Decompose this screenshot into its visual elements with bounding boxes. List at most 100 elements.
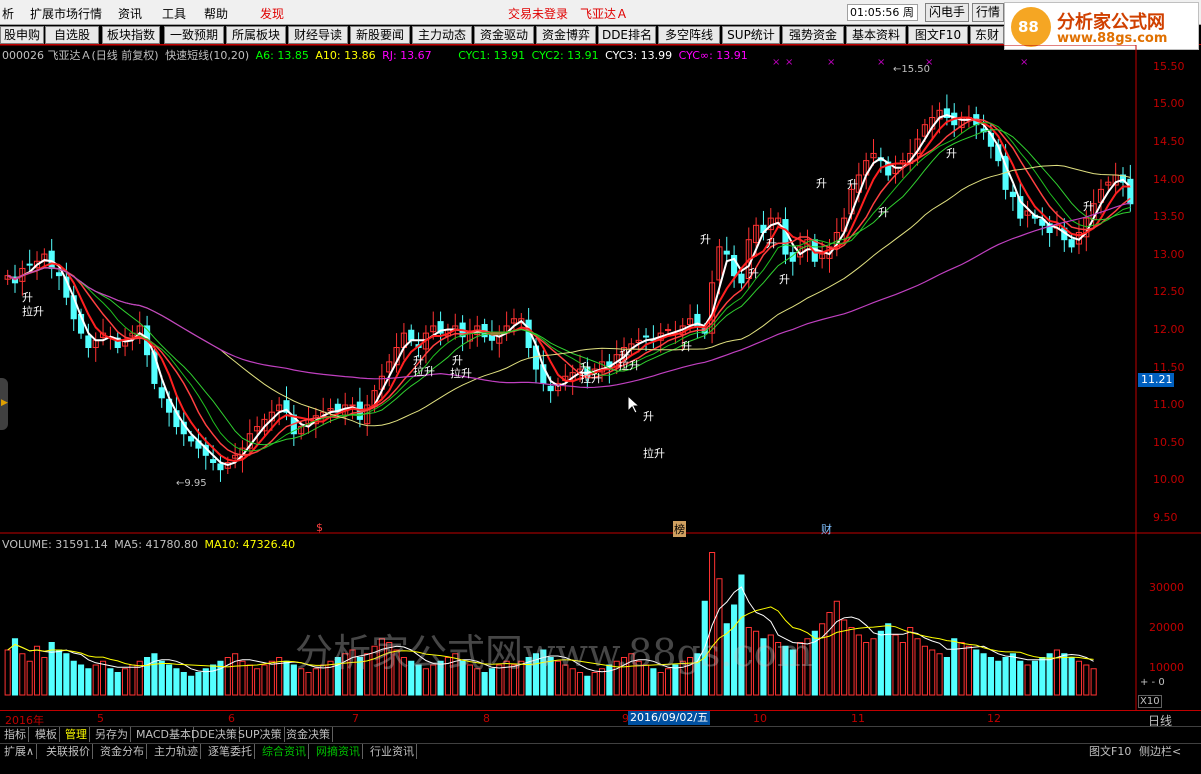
menu-discover[interactable]: 发现 [260,5,284,22]
toolbar-finance-guide-button[interactable]: 财经导读 [288,26,348,44]
ma-line-30 [7,164,1131,427]
a6-value: A6: 13.85 [255,49,309,62]
volume-tick: 10000 [1149,661,1184,674]
toolbar-dde-rank-button[interactable]: DDE排名 [598,26,656,44]
event-dividend-marker[interactable]: $ [316,521,323,534]
toolbar-basic-info-button[interactable]: 基本资料 [846,26,906,44]
volume-bar [4,649,11,696]
volume-bar [855,634,862,696]
signal-rise: 升 [946,147,957,160]
toolbar-new-stock-news-button[interactable]: 新股要闻 [350,26,410,44]
menu-extended-market[interactable]: 扩展市场行情 [30,5,102,22]
volume-bar [33,645,41,696]
toolbar-consensus-button[interactable]: 一致预期 [164,26,224,44]
volume-bar [158,660,165,696]
toolbar-belongs-sector-button[interactable]: 所属板块 [226,26,286,44]
tab-fund-distribution[interactable]: 资金分布 [98,744,147,759]
tab-expand[interactable]: 扩展∧ [2,744,38,759]
price-tick: 12.00 [1153,323,1185,336]
signal-rise: 升 [700,233,711,246]
toolbar-f10-button[interactable]: 图文F10 [908,26,968,44]
tab-save-as[interactable]: 另存为 [93,727,131,742]
volume-bar [973,649,980,696]
sidebar-toggle[interactable]: 侧边栏< [1139,744,1181,759]
volume-bar [232,653,239,696]
quote-button[interactable]: 行情 [972,3,1005,22]
tab-main-force-track[interactable]: 主力轨迹 [152,744,201,759]
toolbar-sup-stats-button[interactable]: SUP统计 [722,26,780,44]
top-marker: × [827,57,836,68]
site-logo: 88 分析家公式网 www.88gs.com [1004,2,1199,50]
tab-manage[interactable]: 管理 [63,727,90,742]
toolbar-sector-index-button[interactable]: 板块指数 [102,26,160,44]
volume-zoom-buttons[interactable]: + - 0 [1140,677,1165,688]
volume-bar [210,664,217,696]
tab-macd-basic[interactable]: MACD基本 [134,727,194,742]
clock-display: 01:05:56 周一 [847,4,918,34]
menu-tools[interactable]: 工具 [162,5,186,22]
volume-tick: 30000 [1149,581,1184,594]
top-marker: × [785,57,794,68]
f10-link[interactable]: 图文F10 [1089,744,1131,759]
volume-bar [1039,657,1046,696]
event-list-marker[interactable]: 榜 [673,521,686,537]
bottom-tab-row: 扩展∧ 关联报价 资金分布 主力轨迹 逐笔委托 综合资讯 网摘资讯 行业资讯 图… [0,743,1201,774]
volume-bar [1024,664,1031,696]
volume-bar [863,642,870,696]
candle-body [723,250,730,255]
signal-pull-up: 拉升 [450,367,472,380]
volume-bar [202,668,209,696]
volume-bar [1068,657,1075,696]
side-panel-handle[interactable]: ▶ [0,378,8,430]
tab-related-quote[interactable]: 关联报价 [44,744,93,759]
signal-rise: 升 [878,206,889,219]
top-marker: × [772,57,781,68]
toolbar-strong-fund-button[interactable]: 强势资金 [782,26,844,44]
rj-value: RJ: 13.67 [382,49,432,62]
tab-dde-decision[interactable]: DDE决策 [189,727,240,742]
volume-bar [41,657,48,696]
toolbar-fund-game-button[interactable]: 资金博弈 [536,26,596,44]
toolbar-fund-drive-button[interactable]: 资金驱动 [474,26,534,44]
login-status[interactable]: 交易未登录 [508,5,568,22]
toolbar-long-short-button[interactable]: 多空阵线 [658,26,720,44]
tab-sup-decision[interactable]: SUP决策 [236,727,285,742]
signal-pull-up: 拉升 [580,372,602,385]
kline-chart-area[interactable]: 000026 飞亚达Ａ(日线 前复权) 快速短线(10,20) A6: 13.8… [0,45,1201,710]
tab-tick-orders[interactable]: 逐笔委托 [206,744,255,759]
candle-body [1068,239,1075,248]
tab-template[interactable]: 模板 [33,727,60,742]
volume-bar [99,660,107,696]
cyc2-value: CYC2: 13.91 [531,49,599,62]
volume-bar [114,672,121,696]
tab-general-news[interactable]: 综合资讯 [260,744,309,759]
toolbar-ipo-button[interactable]: 股申购 [0,26,44,44]
tab-indicator[interactable]: 指标 [2,727,29,742]
top-marker: × [925,57,934,68]
toolbar-main-force-button[interactable]: 主力动态 [412,26,472,44]
tab-web-news[interactable]: 网摘资讯 [314,744,363,759]
price-tick: 11.00 [1153,398,1185,411]
candle-body [217,463,224,471]
tab-fund-decision[interactable]: 资金决策 [284,727,333,742]
tab-industry-news[interactable]: 行业资讯 [368,744,417,759]
candle-body [738,273,745,284]
volume-bar [188,675,195,696]
menu-analysis[interactable]: 析 [2,5,14,22]
price-tick: 14.50 [1153,135,1185,148]
price-tick: 13.50 [1153,210,1185,223]
menu-news[interactable]: 资讯 [118,5,142,22]
volume-bar [261,664,268,696]
toolbar-watchlist-button[interactable]: 自选股 [45,26,99,44]
signal-rise: 升 [779,273,790,286]
volume-bar [951,638,958,696]
volume-bar [122,668,129,696]
volume-bar [26,660,33,696]
flash-trade-button[interactable]: 闪电手 [925,3,970,22]
volume-bar [85,668,92,696]
price-tick: 14.00 [1153,173,1185,186]
volume-bar [980,653,987,696]
event-finance-marker[interactable]: 财 [821,521,832,537]
menu-help[interactable]: 帮助 [204,5,228,22]
toolbar-eastmoney-button[interactable]: 东财 [970,26,1004,44]
